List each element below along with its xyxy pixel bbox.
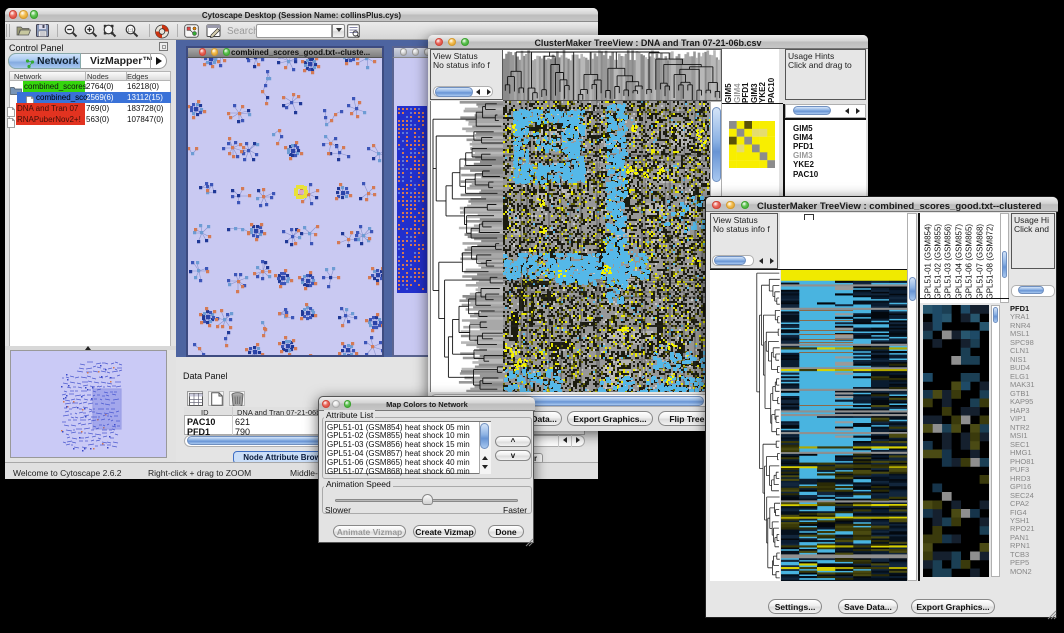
svg-text:1:1: 1:1	[127, 28, 134, 33]
